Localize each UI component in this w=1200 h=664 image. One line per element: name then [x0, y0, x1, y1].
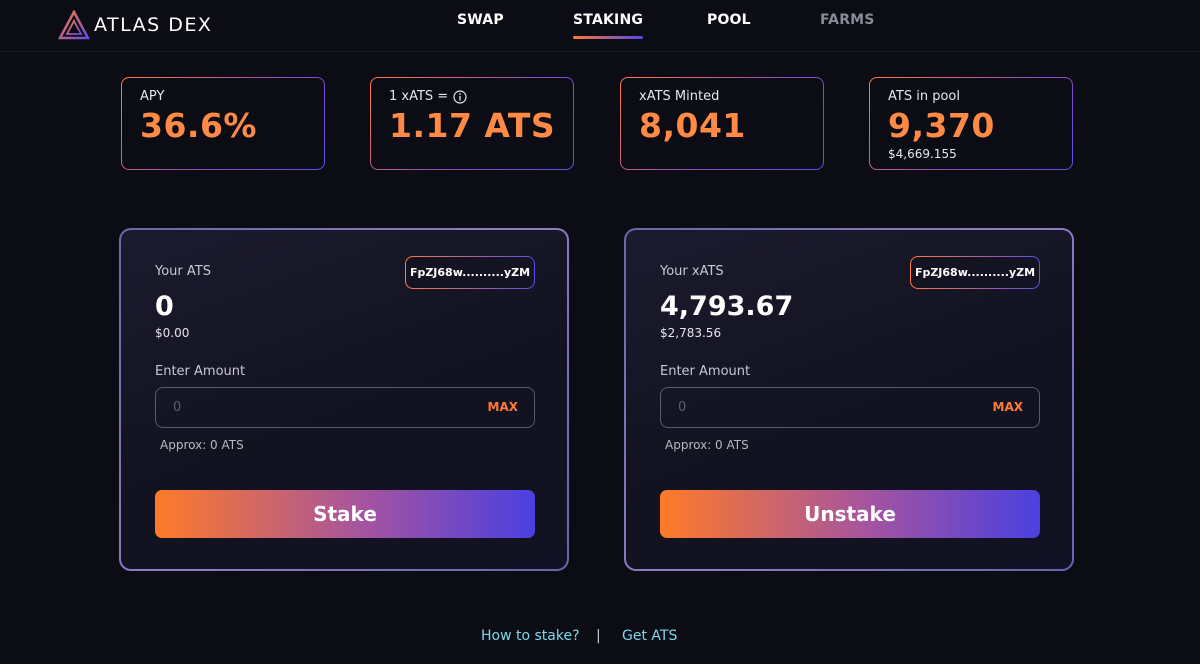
- approx-text: Approx: 0 ATS: [665, 438, 749, 452]
- stat-value: 36.6%: [140, 106, 257, 145]
- stat-value: 9,370: [888, 106, 995, 145]
- nav-swap[interactable]: SWAP: [457, 12, 504, 28]
- footer-links: How to stake? | Get ATS: [0, 628, 1200, 650]
- stat-label-row: 1 xATS =: [389, 89, 467, 104]
- stake-amount-input[interactable]: [156, 388, 466, 427]
- stat-card-ats-in-pool: ATS in pool 9,370 $4,669.155: [869, 77, 1073, 170]
- panel-label: Your ATS: [155, 264, 211, 279]
- get-ats-link[interactable]: Get ATS: [622, 628, 677, 644]
- panel-label: Your xATS: [660, 264, 724, 279]
- active-tab-indicator: [573, 36, 644, 39]
- stat-value: 8,041: [639, 106, 746, 145]
- footer-separator: |: [596, 628, 601, 644]
- nav-staking[interactable]: STAKING: [573, 12, 644, 39]
- stat-value: 1.17 ATS: [389, 106, 556, 145]
- top-nav-bar: ATLAS DEX SWAP STAKING POOL FARMS: [0, 0, 1200, 52]
- wallet-address-chip[interactable]: FpZJ68w..........yZM: [910, 256, 1040, 289]
- stat-usd-value: $4,669.155: [888, 147, 957, 161]
- balance-usd: $0.00: [155, 326, 190, 340]
- amount-label: Enter Amount: [155, 364, 246, 379]
- stake-button[interactable]: Stake: [155, 490, 535, 538]
- stat-card-apy: APY 36.6%: [121, 77, 325, 170]
- unstake-panel: Your xATS FpZJ68w..........yZM 4,793.67 …: [624, 228, 1074, 571]
- stat-label: APY: [140, 89, 165, 104]
- stat-label: 1 xATS =: [389, 89, 449, 104]
- nav-farms[interactable]: FARMS: [820, 12, 875, 28]
- nav-pool[interactable]: POOL: [707, 12, 751, 28]
- max-button[interactable]: MAX: [488, 400, 518, 414]
- stat-label: ATS in pool: [888, 89, 960, 104]
- amount-field: MAX: [660, 387, 1040, 428]
- amount-field: MAX: [155, 387, 535, 428]
- unstake-amount-input[interactable]: [661, 388, 971, 427]
- nav-staking-label: STAKING: [573, 12, 644, 28]
- approx-text: Approx: 0 ATS: [160, 438, 244, 452]
- stat-card-exchange-rate: 1 xATS = 1.17 ATS: [370, 77, 574, 170]
- unstake-button[interactable]: Unstake: [660, 490, 1040, 538]
- info-icon[interactable]: [453, 89, 467, 104]
- balance-value: 4,793.67: [660, 291, 794, 322]
- max-button[interactable]: MAX: [993, 400, 1023, 414]
- balance-usd: $2,783.56: [660, 326, 722, 340]
- balance-value: 0: [155, 291, 174, 322]
- amount-label: Enter Amount: [660, 364, 751, 379]
- wallet-address-chip[interactable]: FpZJ68w..........yZM: [405, 256, 535, 289]
- stat-label: xATS Minted: [639, 89, 720, 104]
- how-to-stake-link[interactable]: How to stake?: [481, 628, 580, 644]
- stat-card-xats-minted: xATS Minted 8,041: [620, 77, 824, 170]
- stake-panel: Your ATS FpZJ68w..........yZM 0 $0.00 En…: [119, 228, 569, 571]
- main-nav: SWAP STAKING POOL FARMS: [0, 12, 1200, 42]
